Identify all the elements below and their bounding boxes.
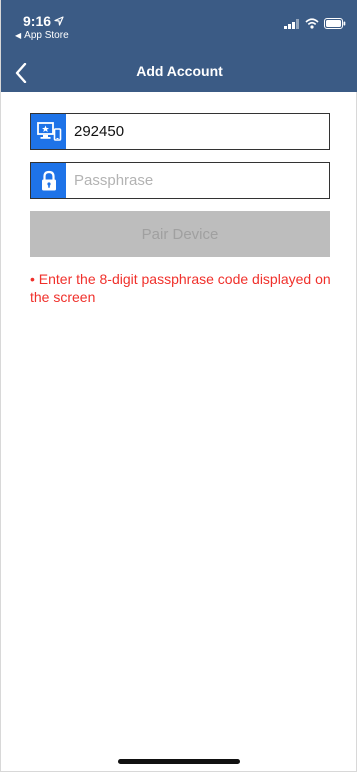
passphrase-hint: • Enter the 8-digit passphrase code disp…: [30, 271, 331, 305]
battery-icon: [324, 18, 346, 29]
passphrase-field[interactable]: [30, 162, 330, 199]
lock-icon: [31, 163, 66, 198]
passphrase-input[interactable]: [66, 163, 329, 198]
page-title: Add Account: [136, 63, 223, 79]
back-triangle-icon: ◀: [15, 31, 22, 40]
wifi-icon: [305, 18, 319, 29]
status-time: 9:16: [23, 13, 64, 29]
home-indicator[interactable]: [118, 759, 240, 764]
back-to-app-label: App Store: [24, 30, 69, 41]
location-arrow-icon: [54, 16, 64, 26]
header: 9:16 ◀ App Store Add Account: [1, 0, 357, 92]
cellular-signal-icon: [284, 18, 299, 29]
device-id-field[interactable]: [30, 113, 330, 150]
status-time-text: 9:16: [23, 13, 52, 29]
screen: 9:16 ◀ App Store Add Account 292450 Pair…: [0, 0, 357, 772]
pair-device-button[interactable]: Pair Device: [30, 211, 330, 257]
status-indicators: [284, 18, 346, 29]
remote-device-icon: [31, 114, 66, 149]
back-to-app-store[interactable]: ◀ App Store: [15, 30, 69, 41]
device-id-input[interactable]: [66, 114, 329, 149]
